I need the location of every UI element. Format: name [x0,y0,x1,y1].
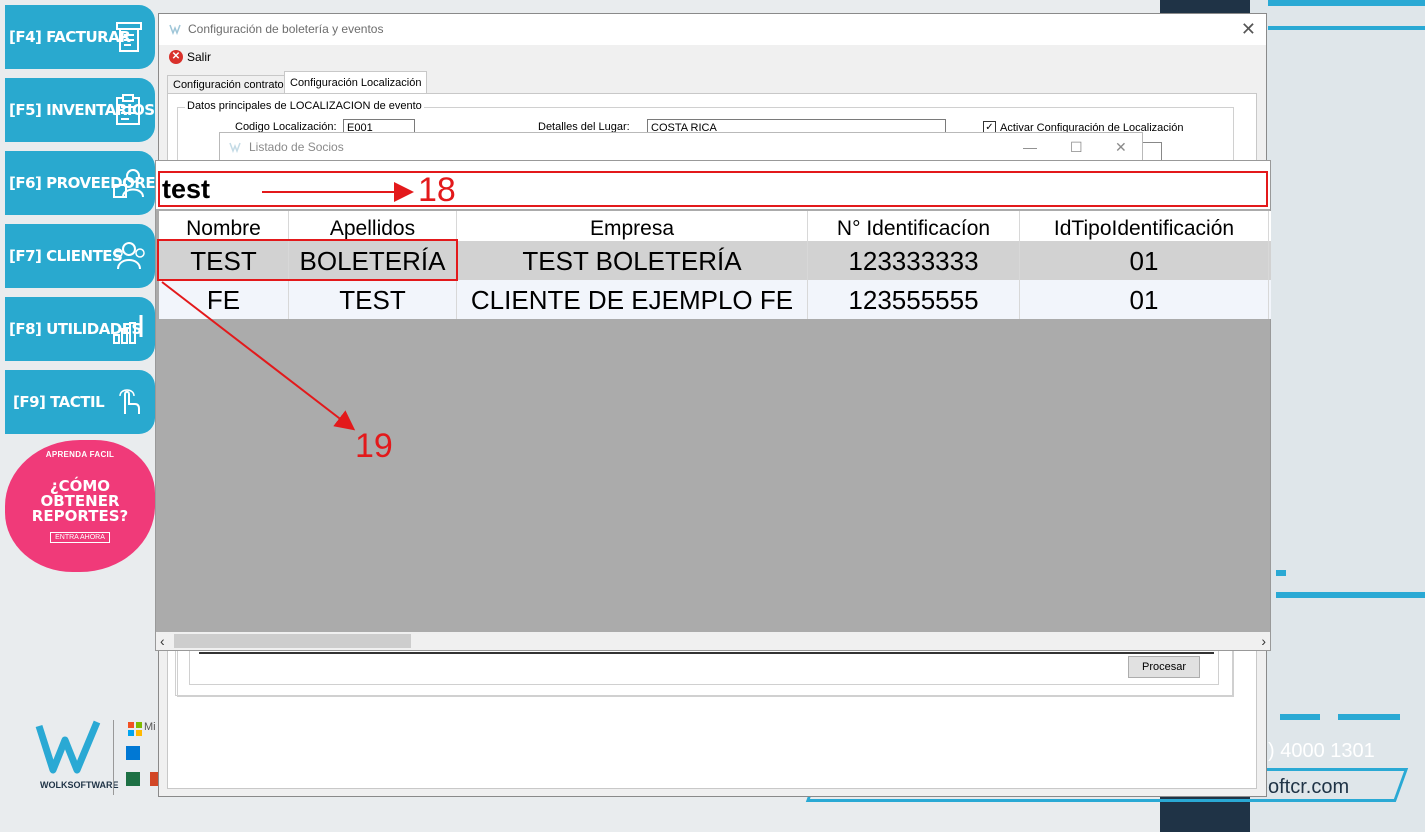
annotation-arrow-19 [161,281,356,431]
annotation-step-19: 19 [355,427,393,465]
annotation-step-18: 18 [418,171,456,209]
annotation-arrows [161,182,414,431]
